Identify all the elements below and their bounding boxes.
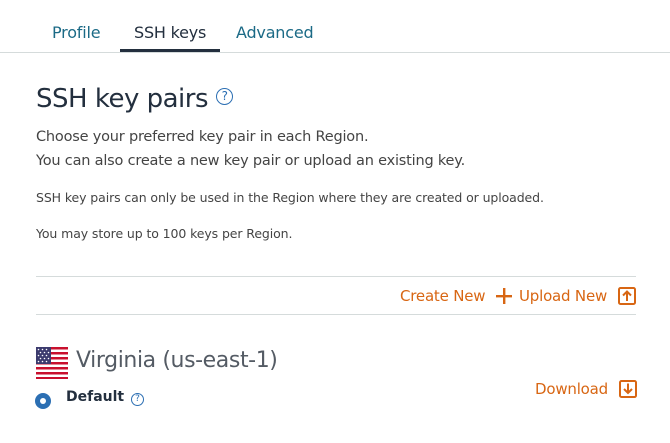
download-label: Download <box>535 380 608 398</box>
question-circle-icon[interactable]: ? <box>131 393 144 406</box>
upload-icon <box>617 286 636 305</box>
download-button[interactable]: Download <box>535 377 638 401</box>
plus-icon <box>495 287 512 304</box>
download-icon <box>618 379 637 398</box>
page-title: SSH key pairs? <box>36 84 233 114</box>
region-usage-note: SSH key pairs can only be used in the Re… <box>36 190 544 205</box>
description-line-2: You can also create a new key pair or up… <box>36 153 465 169</box>
us-flag-icon <box>36 347 68 379</box>
tab-profile[interactable]: Profile <box>52 14 101 51</box>
create-new-button[interactable]: Create New <box>400 284 514 308</box>
divider <box>36 314 636 315</box>
default-key-label: Default <box>66 389 125 405</box>
tab-ssh-keys[interactable]: SSH keys <box>120 14 221 52</box>
account-ssh-keys-page: Profile SSH keys Advanced SSH key pairs?… <box>0 0 670 443</box>
tab-advanced[interactable]: Advanced <box>236 14 314 51</box>
question-circle-icon[interactable]: ? <box>216 88 233 105</box>
region-name: Virginia (us-east-1) <box>76 348 278 373</box>
description: Choose your preferred key pair in each R… <box>36 125 465 173</box>
key-limit-note: You may store up to 100 keys per Region. <box>36 226 293 241</box>
description-line-1: Choose your preferred key pair in each R… <box>36 129 369 145</box>
upload-new-button[interactable]: Upload New <box>519 284 637 308</box>
create-new-label: Create New <box>400 287 486 305</box>
tab-bar: Profile SSH keys Advanced <box>0 0 670 53</box>
upload-new-label: Upload New <box>519 287 608 305</box>
default-key-radio[interactable] <box>35 393 51 409</box>
divider <box>36 276 636 277</box>
page-title-text: SSH key pairs <box>36 84 209 114</box>
